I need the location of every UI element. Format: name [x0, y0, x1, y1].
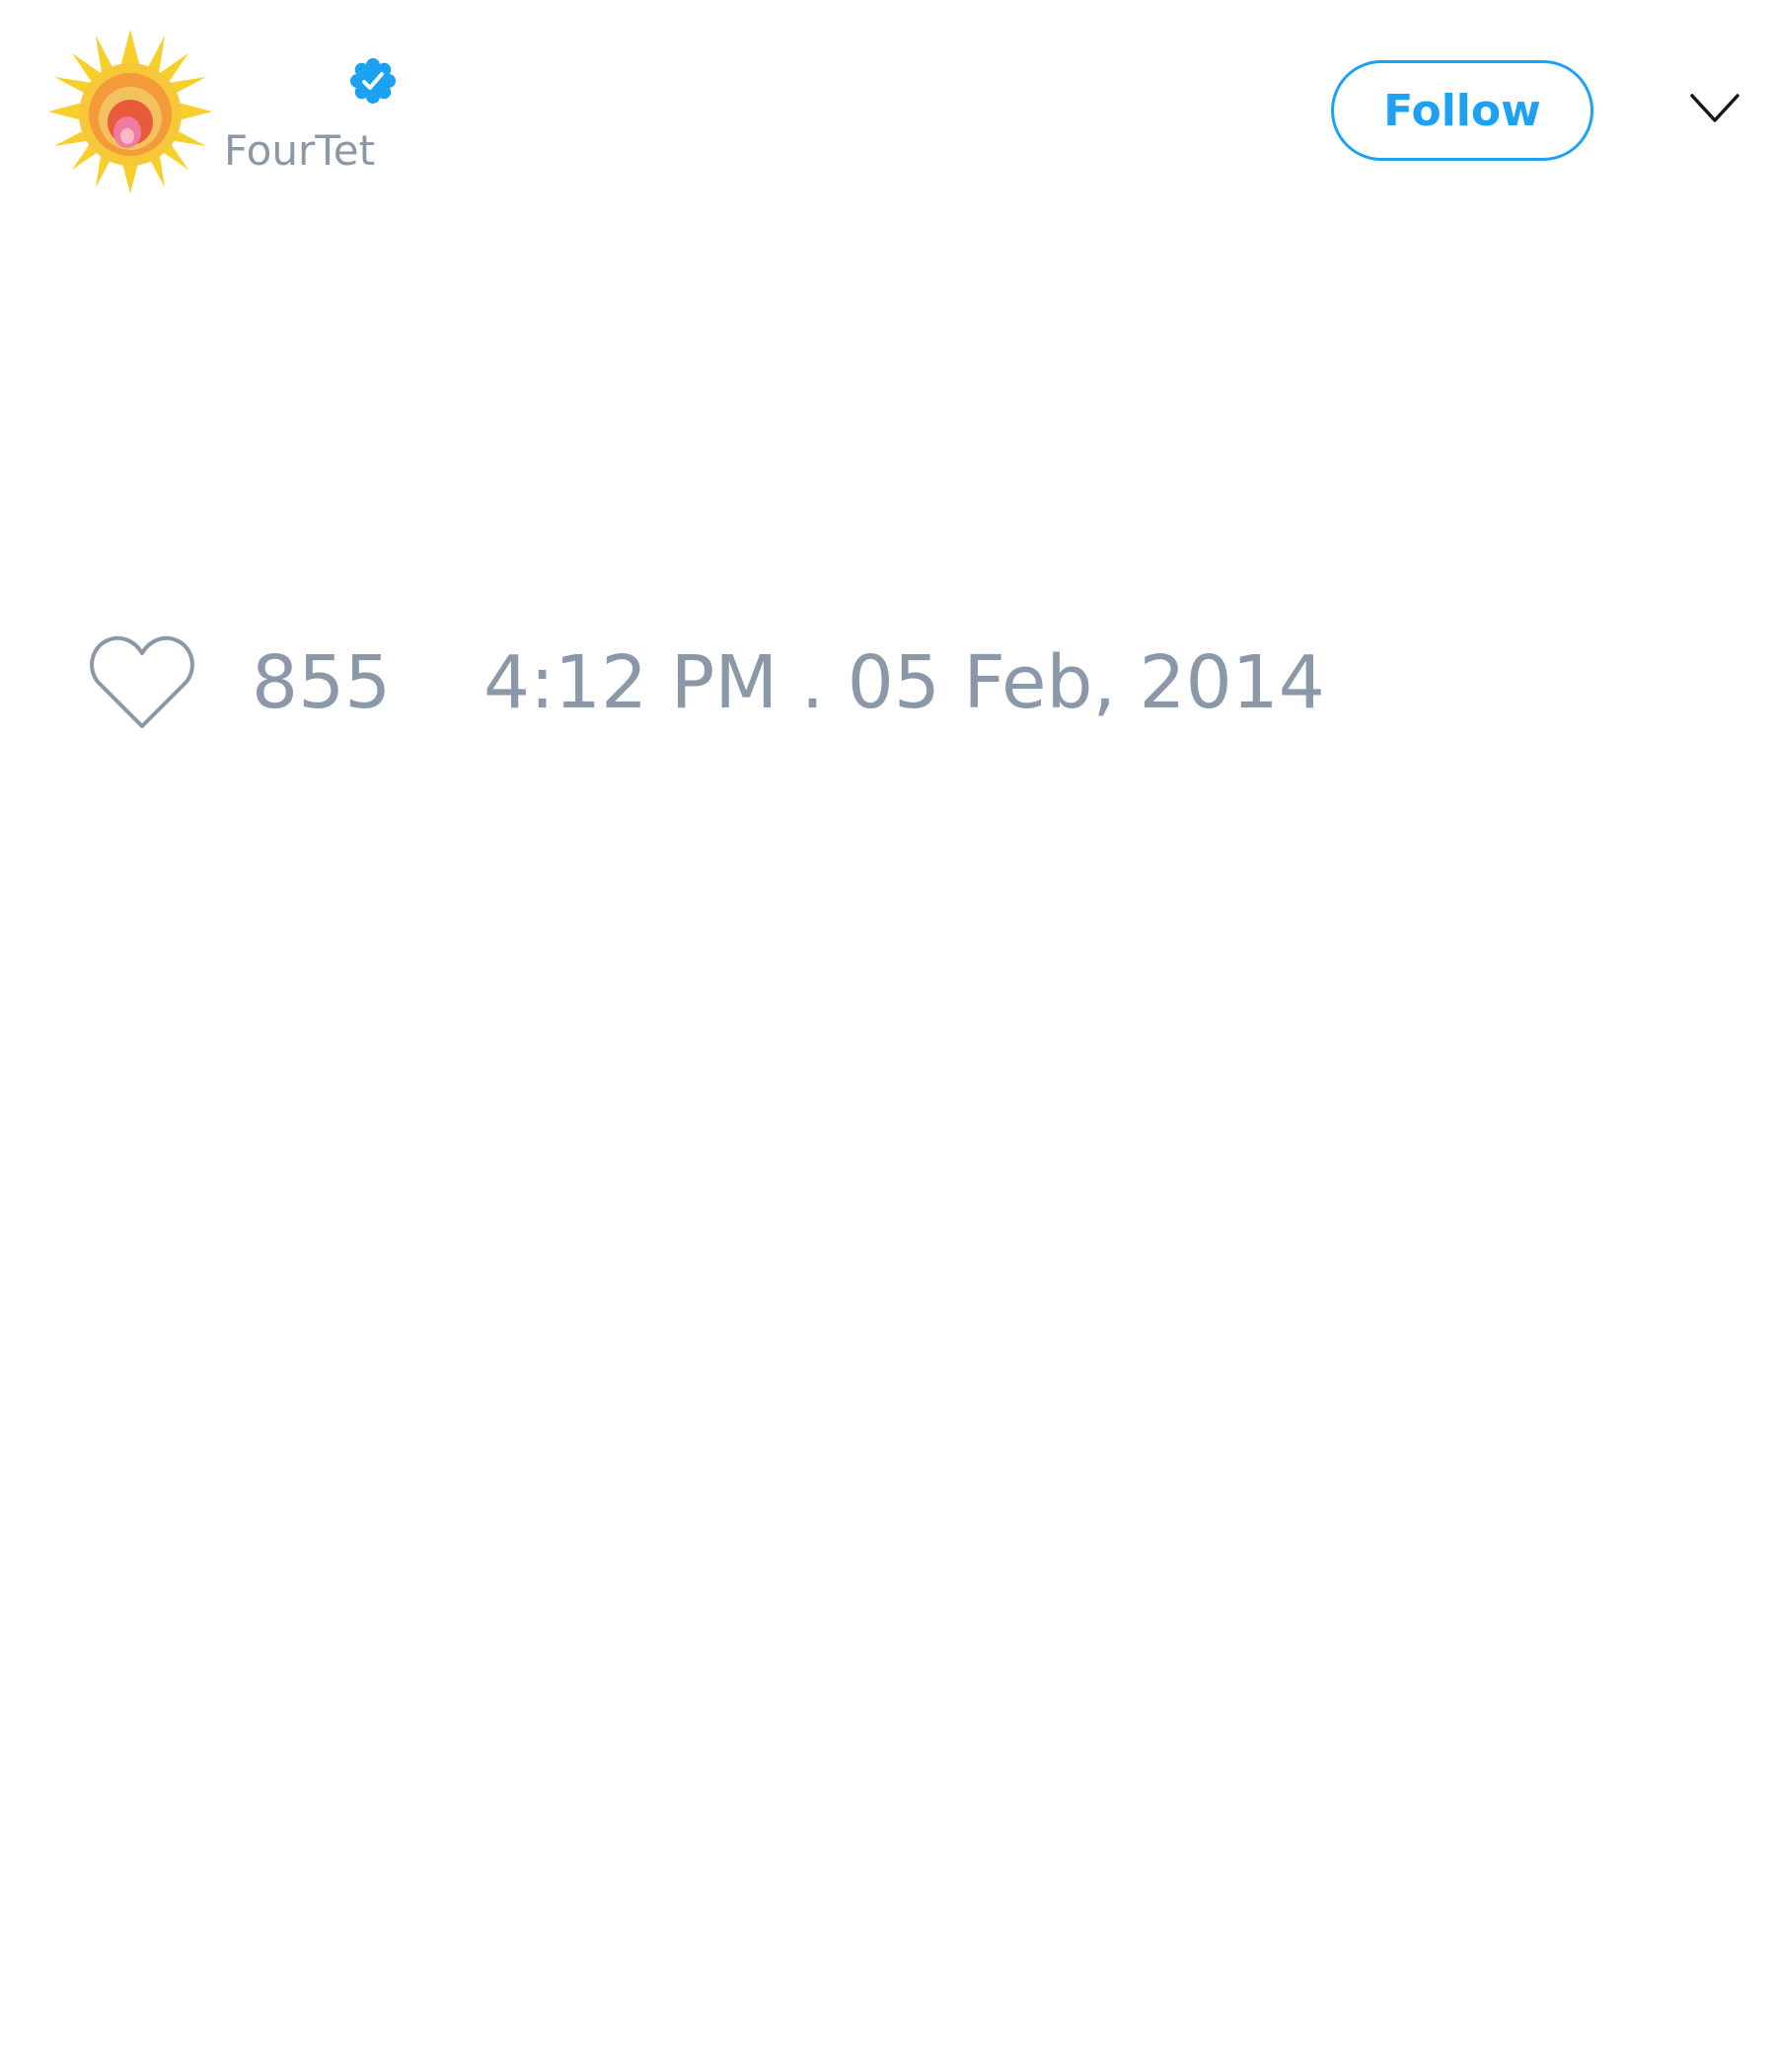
avatar[interactable] — [46, 28, 214, 195]
chevron-down-icon — [1690, 94, 1739, 122]
like-count: 855 — [252, 640, 392, 725]
like-button[interactable] — [89, 633, 195, 730]
more-options-button[interactable] — [1689, 91, 1740, 126]
tweet-timestamp[interactable]: 4:12 PM . 05 Feb, 2014 — [483, 639, 1325, 726]
follow-button[interactable]: Follow — [1331, 60, 1593, 161]
author-handle[interactable]: FourTet — [224, 123, 375, 179]
verified-badge-icon — [350, 58, 396, 104]
verified-badge — [349, 57, 397, 105]
sun-avatar-icon — [47, 29, 213, 194]
heart-outline-icon — [90, 635, 194, 728]
